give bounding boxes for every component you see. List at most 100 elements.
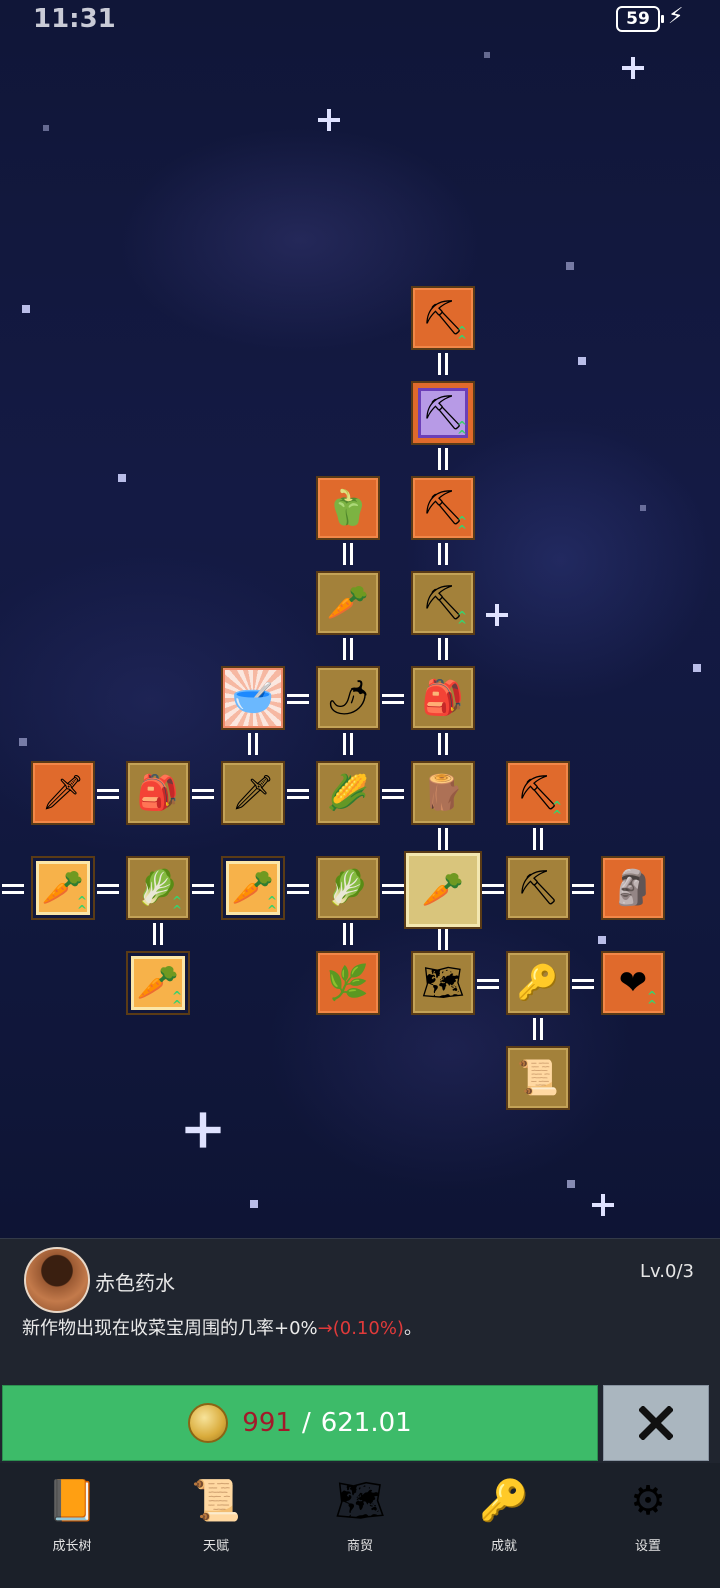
stick-icon: 🪵: [421, 773, 465, 813]
tree-node-carrot-framed-mid[interactable]: 🥕 ^ ^: [221, 856, 285, 920]
nav-talent[interactable]: 📜 天赋: [144, 1463, 288, 1559]
upgrade-button[interactable]: 991 / 621.01: [2, 1385, 598, 1461]
status-bar: 11:31 59 ⚡: [0, 0, 720, 36]
tree-link: [192, 882, 214, 896]
tree-link: [436, 828, 450, 850]
close-x-icon: [639, 1406, 673, 1440]
tree-node-golden-key[interactable]: 🔑: [506, 951, 570, 1015]
tree-link: [382, 787, 404, 801]
tree-node-leek[interactable]: 🌿: [316, 951, 380, 1015]
tree-node-corn[interactable]: 🌽: [316, 761, 380, 825]
clock: 11:31: [33, 4, 116, 34]
statue-icon: 🗿: [611, 868, 655, 908]
tree-node-cabbage-mid[interactable]: 🥬: [316, 856, 380, 920]
tree-node-carrot-framed-left[interactable]: 🥕 ^ ^: [31, 856, 95, 920]
gear-icon: ⚙: [630, 1478, 666, 1524]
tree-link: [382, 882, 404, 896]
star: [19, 738, 27, 746]
nav-label: 商贸: [346, 1539, 373, 1554]
tree-link: [341, 923, 355, 945]
upgrade-arrow-icon: ^ ^: [171, 989, 182, 1012]
coin-required: 621.01: [320, 1408, 412, 1438]
tree-node-cabbage-left[interactable]: 🥬 ^ ^: [126, 856, 190, 920]
corn-icon: 🌽: [326, 773, 370, 813]
upgrade-arrow-icon: ^ ^: [456, 324, 467, 347]
star: [22, 305, 30, 313]
star: [693, 664, 701, 672]
backpack-icon: 🎒: [421, 678, 465, 718]
tree-link: [341, 733, 355, 755]
tree-node-wooden-stick[interactable]: 🪵: [411, 761, 475, 825]
nav-achievement[interactable]: 🔑 成就: [432, 1463, 576, 1559]
tree-link: [97, 882, 119, 896]
bowl-icon: 🥣: [231, 678, 275, 718]
star: [250, 1200, 258, 1208]
tree-node-backpack-upper[interactable]: 🎒: [411, 666, 475, 730]
tree-link: [436, 928, 450, 950]
tree-link: [2, 882, 24, 896]
upgrade-arrow-icon: ^ ^: [646, 989, 657, 1012]
upgrade-arrow-icon: ^ ^: [456, 419, 467, 442]
tree-node-sword-orange[interactable]: 🗡: [31, 761, 95, 825]
tree-node-red-potion-bowl[interactable]: 🥣: [221, 666, 285, 730]
battery-icon: 59: [616, 6, 664, 32]
tree-node-scroll[interactable]: 📜: [506, 1046, 570, 1110]
tree-node-carrot-framed-bottom[interactable]: 🥕 ^ ^: [126, 951, 190, 1015]
upgrade-arrow-icon: ^ ^: [456, 609, 467, 632]
nav-label: 设置: [634, 1539, 661, 1554]
carrot-icon: 🥕: [421, 870, 465, 910]
tree-link: [482, 882, 504, 896]
star: [567, 1180, 575, 1188]
tree-link: [192, 787, 214, 801]
book-icon: 📙: [47, 1478, 97, 1524]
tree-node-shovel-basic[interactable]: ⛏ ^ ^: [411, 571, 475, 635]
coin-current: 991: [242, 1408, 292, 1438]
nav-trade[interactable]: 🗺 商贸: [288, 1463, 432, 1559]
chili-icon: 🌶: [326, 678, 370, 718]
tree-node-stone-statue[interactable]: 🗿: [601, 856, 665, 920]
tree-node-white-radish[interactable]: 🥕: [316, 571, 380, 635]
star: [598, 936, 606, 944]
key-icon: 🔑: [516, 963, 560, 1003]
tree-node-green-pepper[interactable]: 🫑: [316, 476, 380, 540]
close-button[interactable]: [603, 1385, 709, 1461]
tree-link: [287, 787, 309, 801]
key-icon: 🔑: [479, 1478, 529, 1524]
tree-link: [382, 692, 404, 706]
nav-label: 成长树: [52, 1539, 92, 1554]
sword-icon: 🗡: [231, 773, 275, 813]
pickaxe-icon: ⛏: [516, 868, 560, 908]
tree-link: [151, 923, 165, 945]
tree-node-red-chili[interactable]: 🌶: [316, 666, 380, 730]
tree-link: [572, 977, 594, 991]
cost-separator: /: [301, 1408, 311, 1438]
cabbage-icon: 🥬: [326, 868, 370, 908]
tree-node-backpack-left[interactable]: 🎒: [126, 761, 190, 825]
item-description: 新作物出现在收菜宝周围的几率+0%→(0.10%)。: [22, 1314, 422, 1340]
desc-end: 。: [403, 1318, 422, 1339]
tree-link: [341, 638, 355, 660]
tree-node-map[interactable]: 🗺: [411, 951, 475, 1015]
upgrade-arrow-icon: ^ ^: [171, 894, 182, 917]
tree-link: [531, 1018, 545, 1040]
upgrade-arrow-icon: ^ ^: [266, 894, 277, 917]
tree-node-pickaxe-gold[interactable]: ⛏: [506, 856, 570, 920]
coin-icon: [188, 1403, 229, 1443]
tree-node-shovel-upgrade-top[interactable]: ⛏ ^ ^: [411, 286, 475, 350]
tree-node-heart[interactable]: ❤ ^ ^: [601, 951, 665, 1015]
item-level: Lv.0/3: [640, 1261, 694, 1282]
desc-main: 新作物出现在收菜宝周围的几率+0%: [22, 1318, 318, 1339]
tree-node-shovel-upgrade-2[interactable]: ⛏ ^ ^: [411, 476, 475, 540]
radish-icon: 🥕: [326, 583, 370, 623]
tree-node-pickaxe-orange[interactable]: ⛏ ^ ^: [506, 761, 570, 825]
tree-link: [436, 543, 450, 565]
tree-link: [97, 787, 119, 801]
nav-growth-tree[interactable]: 📙 成长树: [0, 1463, 144, 1559]
pepper-icon: 🫑: [326, 488, 370, 528]
tree-node-sword-gold[interactable]: 🗡: [221, 761, 285, 825]
tree-link: [287, 882, 309, 896]
tree-link: [436, 638, 450, 660]
tree-node-magic-shovel[interactable]: ⛏ ^ ^: [411, 381, 475, 445]
nav-settings[interactable]: ⚙ 设置: [576, 1463, 720, 1559]
tree-node-carrot-center[interactable]: 🥕: [404, 851, 482, 929]
